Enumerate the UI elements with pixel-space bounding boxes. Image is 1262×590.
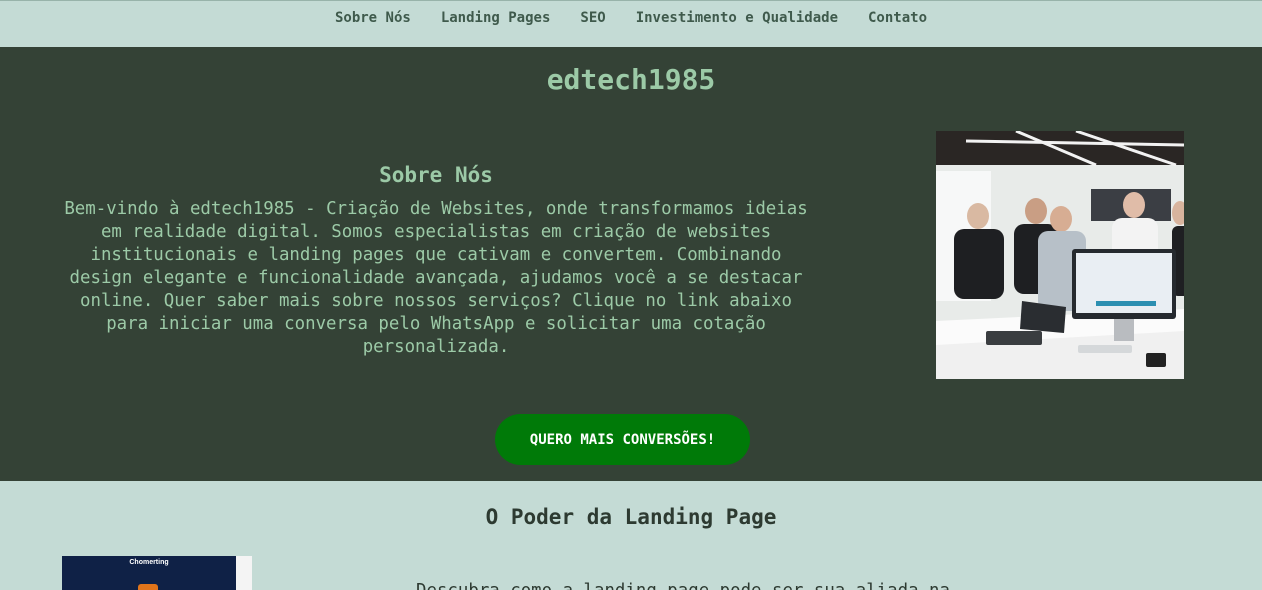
- hero-section: edtech1985 Sobre Nós Bem-vindo à edtech1…: [0, 47, 1262, 481]
- team-photo-illustration: [936, 131, 1184, 379]
- thumbnail-brand: Chomerting: [129, 559, 169, 566]
- about-paragraph: Bem-vindo à edtech1985 - Criação de Webs…: [64, 199, 808, 357]
- landing-page-text: Descubra como a landing page pode ser su…: [416, 581, 981, 590]
- nav-link-contato[interactable]: Contato: [868, 10, 927, 26]
- cta-conversions-button[interactable]: QUERO MAIS CONVERSÕES!: [495, 414, 750, 465]
- nav-link-investimento[interactable]: Investimento e Qualidade: [636, 10, 838, 26]
- nav-link-landing-pages[interactable]: Landing Pages: [441, 10, 551, 26]
- nav-link-seo[interactable]: SEO: [580, 10, 605, 26]
- landing-page-heading: O Poder da Landing Page: [485, 505, 777, 529]
- thumbnail-orange-button: [138, 584, 158, 590]
- team-photo: [936, 131, 1184, 379]
- top-navigation: Sobre Nós Landing Pages SEO Investimento…: [0, 0, 1262, 47]
- nav-link-sobre-nos[interactable]: Sobre Nós: [335, 10, 411, 26]
- thumbnail-edge: [236, 556, 252, 590]
- landing-page-section: O Poder da Landing Page Chomerting Descu…: [0, 481, 1262, 590]
- site-title: edtech1985: [546, 63, 716, 96]
- landing-page-thumbnail: Chomerting: [62, 556, 252, 590]
- about-heading: Sobre Nós: [379, 163, 493, 187]
